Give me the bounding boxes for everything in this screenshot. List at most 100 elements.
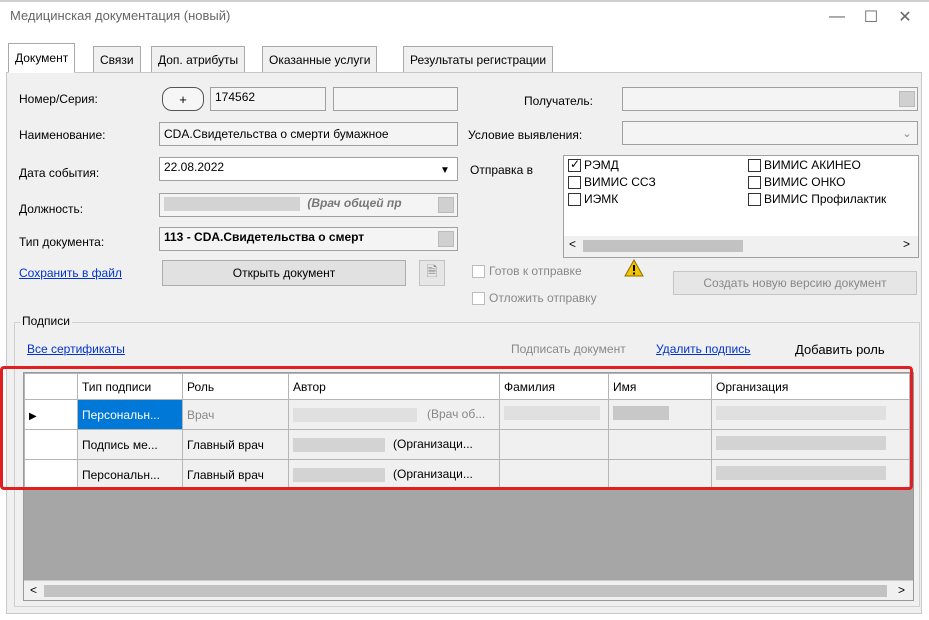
date-picker[interactable]: 22.08.2022: [159, 157, 458, 181]
open-document-button[interactable]: Открыть документ: [162, 260, 406, 286]
cell-type[interactable]: Персональн...: [77, 459, 183, 490]
checkbox-icon[interactable]: [748, 192, 761, 206]
tab-registration-results[interactable]: Результаты регистрации: [403, 46, 554, 73]
recipient-label: Получатель:: [524, 94, 593, 108]
number-label: Номер/Серия:: [19, 92, 98, 106]
date-dropdown-arrow-icon[interactable]: ▼: [436, 160, 454, 180]
current-row-arrow-icon: ▶: [29, 410, 37, 422]
send-col2: ВИМИС АКИНЕО ВИМИС ОНКО ВИМИС Профилакти…: [748, 158, 886, 206]
number-plus-button[interactable]: +: [162, 87, 204, 111]
doctype-label: Тип документа:: [19, 235, 105, 249]
col-role[interactable]: Роль: [182, 373, 289, 400]
checkbox-icon[interactable]: [748, 158, 761, 172]
col-organization[interactable]: Организация: [711, 373, 910, 400]
postpone-send[interactable]: Отложить отправку: [472, 291, 597, 305]
minimize-button[interactable]: —: [822, 4, 852, 30]
grid-horizontal-scrollbar[interactable]: < >: [24, 580, 913, 600]
window-title: Медицинская документация (новый): [10, 8, 231, 23]
col-author[interactable]: Автор: [288, 373, 500, 400]
cell-author[interactable]: (Врач об...: [288, 399, 500, 430]
series-input[interactable]: [333, 87, 458, 111]
scroll-right-icon[interactable]: >: [898, 583, 905, 597]
table-row[interactable]: ▶ Персональн... Врач (Врач об...: [24, 399, 910, 430]
send-vimis-onko[interactable]: ВИМИС ОНКО: [748, 175, 886, 189]
checkbox-icon[interactable]: [472, 264, 485, 278]
doctype-input[interactable]: 113 - CDA.Свидетельства о смерт: [159, 227, 458, 251]
add-role-button[interactable]: Добавить роль: [795, 342, 885, 357]
cell-organization[interactable]: [711, 459, 910, 490]
send-iemk[interactable]: ИЭМК: [568, 192, 656, 206]
cell-role[interactable]: Главный врач: [182, 459, 289, 490]
position-lookup-icon[interactable]: [438, 197, 454, 213]
scroll-left-icon[interactable]: <: [569, 237, 576, 251]
row-selector[interactable]: [24, 429, 78, 460]
name-input[interactable]: CDA.Свидетельства о смерти бумажное: [159, 122, 458, 146]
send-vimis-ssz[interactable]: ВИМИС ССЗ: [568, 175, 656, 189]
condition-select[interactable]: [622, 121, 918, 145]
date-label: Дата события:: [19, 166, 100, 180]
grid-scroll-thumb[interactable]: [44, 585, 887, 597]
table-row[interactable]: Подпись ме... Главный врач (Организаци..…: [24, 429, 910, 460]
author-redacted: [293, 437, 385, 452]
cell-author[interactable]: (Организаци...: [288, 429, 500, 460]
table-row[interactable]: Персональн... Главный врач (Организаци..…: [24, 459, 910, 490]
checkbox-icon[interactable]: [568, 192, 581, 206]
checkbox-icon[interactable]: [568, 175, 581, 189]
ready-to-send[interactable]: Готов к отправке: [472, 264, 582, 278]
author-redacted: [293, 407, 417, 422]
send-remd[interactable]: ✓ РЭМД: [568, 157, 656, 172]
send-list-scrollbar[interactable]: < >: [564, 236, 918, 257]
scroll-thumb[interactable]: [583, 240, 743, 252]
export-icon[interactable]: 🗎: [419, 260, 445, 286]
checkbox-icon[interactable]: [748, 175, 761, 189]
cell-author[interactable]: (Организаци...: [288, 459, 500, 490]
first-name-redacted: [613, 406, 669, 420]
tab-document[interactable]: Документ: [8, 43, 76, 73]
recipient-lookup-icon[interactable]: [899, 91, 915, 107]
cell-role[interactable]: Главный врач: [182, 429, 289, 460]
number-input[interactable]: 174562: [210, 87, 326, 111]
cell-first-name[interactable]: [608, 459, 712, 490]
row-selector[interactable]: ▶: [24, 399, 78, 430]
sign-document-button[interactable]: Подписать документ: [511, 342, 626, 356]
scroll-right-icon[interactable]: >: [903, 237, 910, 251]
send-col1: ✓ РЭМД ВИМИС ССЗ ИЭМК: [568, 157, 656, 206]
delete-signature-link[interactable]: Удалить подпись: [656, 342, 751, 356]
date-value: 22.08.2022: [164, 160, 225, 174]
organization-redacted: [716, 466, 886, 480]
close-button[interactable]: ✕: [890, 4, 920, 30]
send-vimis-akineo[interactable]: ВИМИС АКИНЕО: [748, 158, 886, 172]
cell-first-name[interactable]: [608, 399, 712, 430]
send-vimis-prof[interactable]: ВИМИС Профилактик: [748, 192, 886, 206]
send-to-label: Отправка в: [470, 163, 533, 177]
tab-extra-attributes[interactable]: Доп. атрибуты: [151, 46, 246, 73]
col-signature-type[interactable]: Тип подписи: [77, 373, 183, 400]
col-first-name[interactable]: Имя: [608, 373, 712, 400]
checkbox-icon[interactable]: [472, 291, 485, 305]
cell-type[interactable]: Персональн...: [77, 399, 183, 430]
cell-last-name[interactable]: [499, 429, 609, 460]
checkbox-checked-icon[interactable]: ✓: [568, 157, 581, 172]
scroll-left-icon[interactable]: <: [30, 583, 37, 597]
recipient-input[interactable]: [622, 87, 918, 111]
cell-type[interactable]: Подпись ме...: [77, 429, 183, 460]
all-certificates-link[interactable]: Все сертификаты: [27, 342, 125, 356]
cell-last-name[interactable]: [499, 459, 609, 490]
cell-last-name[interactable]: [499, 399, 609, 430]
cell-organization[interactable]: [711, 429, 910, 460]
maximize-button[interactable]: ☐: [856, 4, 886, 30]
tab-services[interactable]: Оказанные услуги: [262, 46, 378, 73]
tab-links[interactable]: Связи: [93, 46, 141, 73]
cell-role[interactable]: Врач: [182, 399, 289, 430]
condition-chevron-down-icon[interactable]: ⌄: [898, 123, 916, 143]
cell-first-name[interactable]: [608, 429, 712, 460]
create-new-version-button[interactable]: Создать новую версию документ: [673, 271, 917, 295]
save-to-file-link[interactable]: Сохранить в файл: [19, 266, 122, 280]
cell-organization[interactable]: [711, 399, 910, 430]
warning-icon: [624, 258, 644, 277]
doctype-lookup-icon[interactable]: [438, 231, 454, 247]
row-selector[interactable]: [24, 459, 78, 490]
position-input[interactable]: (Врач общей пр: [159, 193, 458, 217]
signatures-group-label: Подписи: [20, 314, 72, 328]
col-last-name[interactable]: Фамилия: [499, 373, 609, 400]
